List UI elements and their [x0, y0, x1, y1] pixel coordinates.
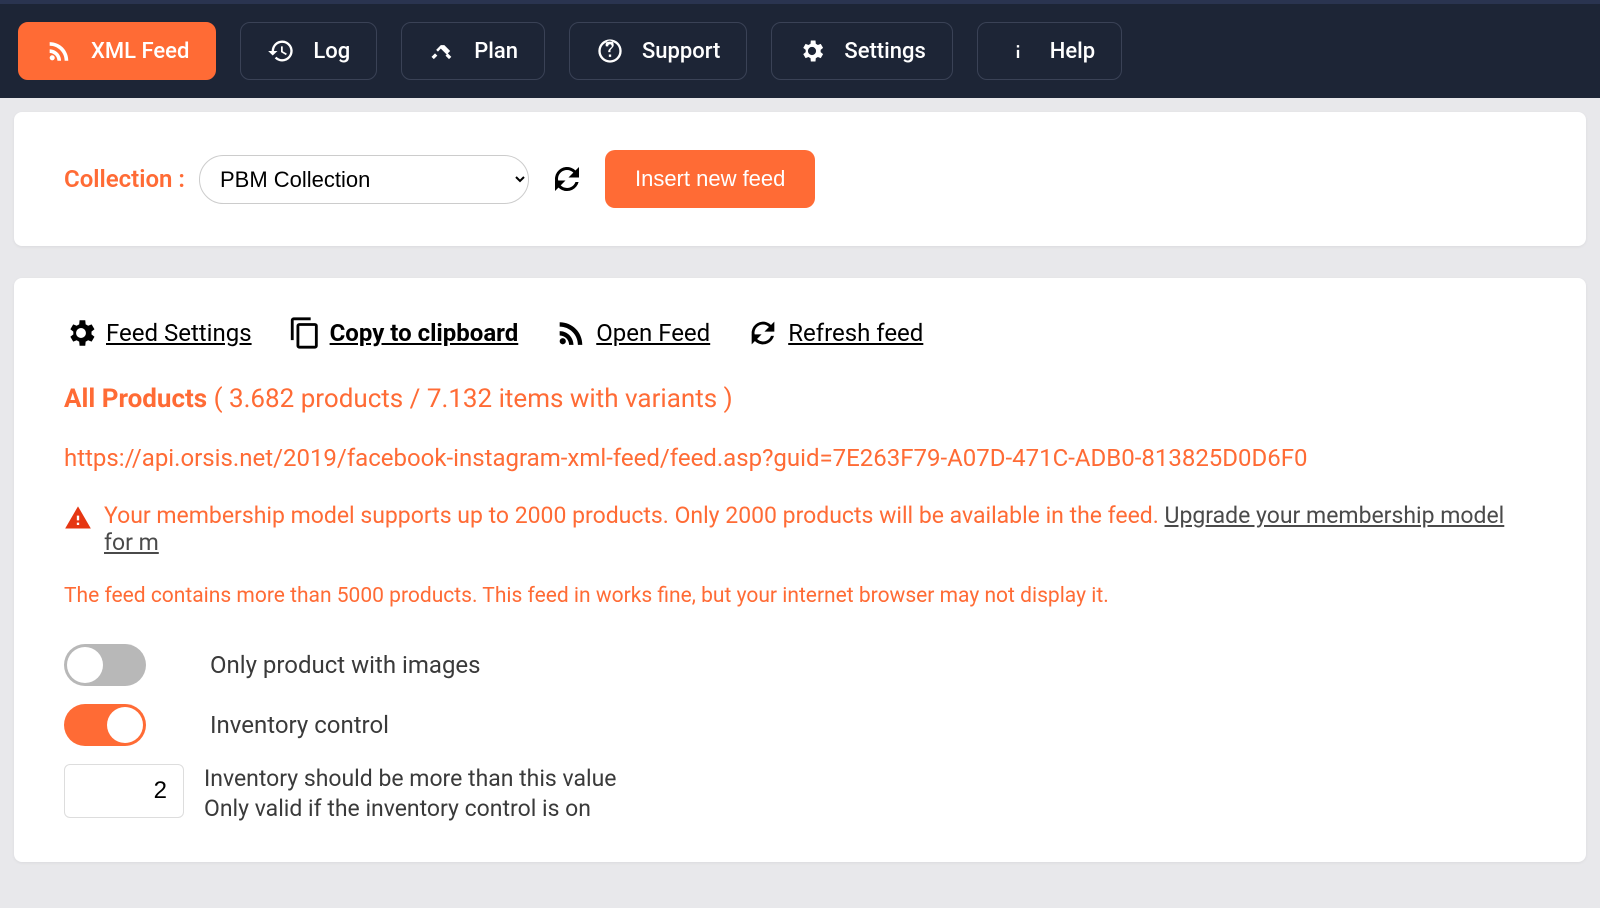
- toggle-only-images[interactable]: [64, 644, 146, 686]
- products-title: All Products: [64, 384, 207, 414]
- copy-icon: [288, 316, 322, 350]
- option-only-images: Only product with images: [64, 644, 1536, 686]
- nav-label: Help: [1050, 39, 1095, 64]
- nav-label: Settings: [844, 39, 925, 64]
- inventory-threshold-input[interactable]: [64, 764, 184, 818]
- products-stats: ( 3.682 products / 7.132 items with vari…: [207, 384, 732, 414]
- feed-actions: Feed Settings Copy to clipboard Open Fee…: [64, 316, 1536, 350]
- nav-settings[interactable]: Settings: [771, 22, 952, 80]
- option-inventory-control: Inventory control: [64, 704, 1536, 746]
- warning-text: Your membership model supports up to 200…: [104, 502, 1165, 529]
- inventory-threshold-desc: Inventory should be more than this value…: [204, 764, 616, 824]
- handshake-icon: [428, 37, 456, 65]
- collection-select[interactable]: PBM Collection: [199, 155, 529, 204]
- option-label: Only product with images: [210, 651, 481, 679]
- question-circle-icon: [596, 37, 624, 65]
- nav-support[interactable]: Support: [569, 22, 747, 80]
- nav-label: XML Feed: [91, 39, 189, 64]
- refresh-icon: [746, 316, 780, 350]
- collection-card: Collection : PBM Collection Insert new f…: [14, 112, 1586, 246]
- gear-icon: [64, 316, 98, 350]
- toggle-inventory-control[interactable]: [64, 704, 146, 746]
- action-label: Open Feed: [596, 319, 710, 347]
- info-icon: [1004, 37, 1032, 65]
- history-icon: [267, 37, 295, 65]
- option-inventory-threshold: Inventory should be more than this value…: [64, 764, 1536, 824]
- nav-label: Plan: [474, 39, 518, 64]
- nav-label: Log: [313, 39, 350, 64]
- copy-clipboard-link[interactable]: Copy to clipboard: [288, 316, 519, 350]
- action-label: Feed Settings: [106, 319, 252, 347]
- top-navigation: XML Feed Log Plan Support Settings Help: [0, 0, 1600, 98]
- nav-label: Support: [642, 39, 720, 64]
- nav-help[interactable]: Help: [977, 22, 1122, 80]
- nav-plan[interactable]: Plan: [401, 22, 545, 80]
- refresh-icon[interactable]: [549, 161, 585, 197]
- collection-label: Collection :: [64, 165, 185, 193]
- action-label: Copy to clipboard: [330, 319, 519, 347]
- insert-new-feed-button[interactable]: Insert new feed: [605, 150, 815, 208]
- feed-card: Feed Settings Copy to clipboard Open Fee…: [14, 278, 1586, 862]
- open-feed-link[interactable]: Open Feed: [554, 316, 710, 350]
- feed-settings-link[interactable]: Feed Settings: [64, 316, 252, 350]
- gear-icon: [798, 37, 826, 65]
- nav-log[interactable]: Log: [240, 22, 377, 80]
- rss-icon: [45, 37, 73, 65]
- nav-xml-feed[interactable]: XML Feed: [18, 22, 216, 80]
- refresh-feed-link[interactable]: Refresh feed: [746, 316, 923, 350]
- membership-warning: Your membership model supports up to 200…: [64, 502, 1536, 556]
- warning-icon: [64, 504, 92, 532]
- products-summary: All Products ( 3.682 products / 7.132 it…: [64, 384, 1536, 414]
- page-content: Collection : PBM Collection Insert new f…: [0, 98, 1600, 908]
- feed-url: https://api.orsis.net/2019/facebook-inst…: [64, 444, 1536, 472]
- rss-icon: [554, 316, 588, 350]
- feed-size-note: The feed contains more than 5000 product…: [64, 584, 1536, 608]
- action-label: Refresh feed: [788, 319, 923, 347]
- option-label: Inventory control: [210, 711, 389, 739]
